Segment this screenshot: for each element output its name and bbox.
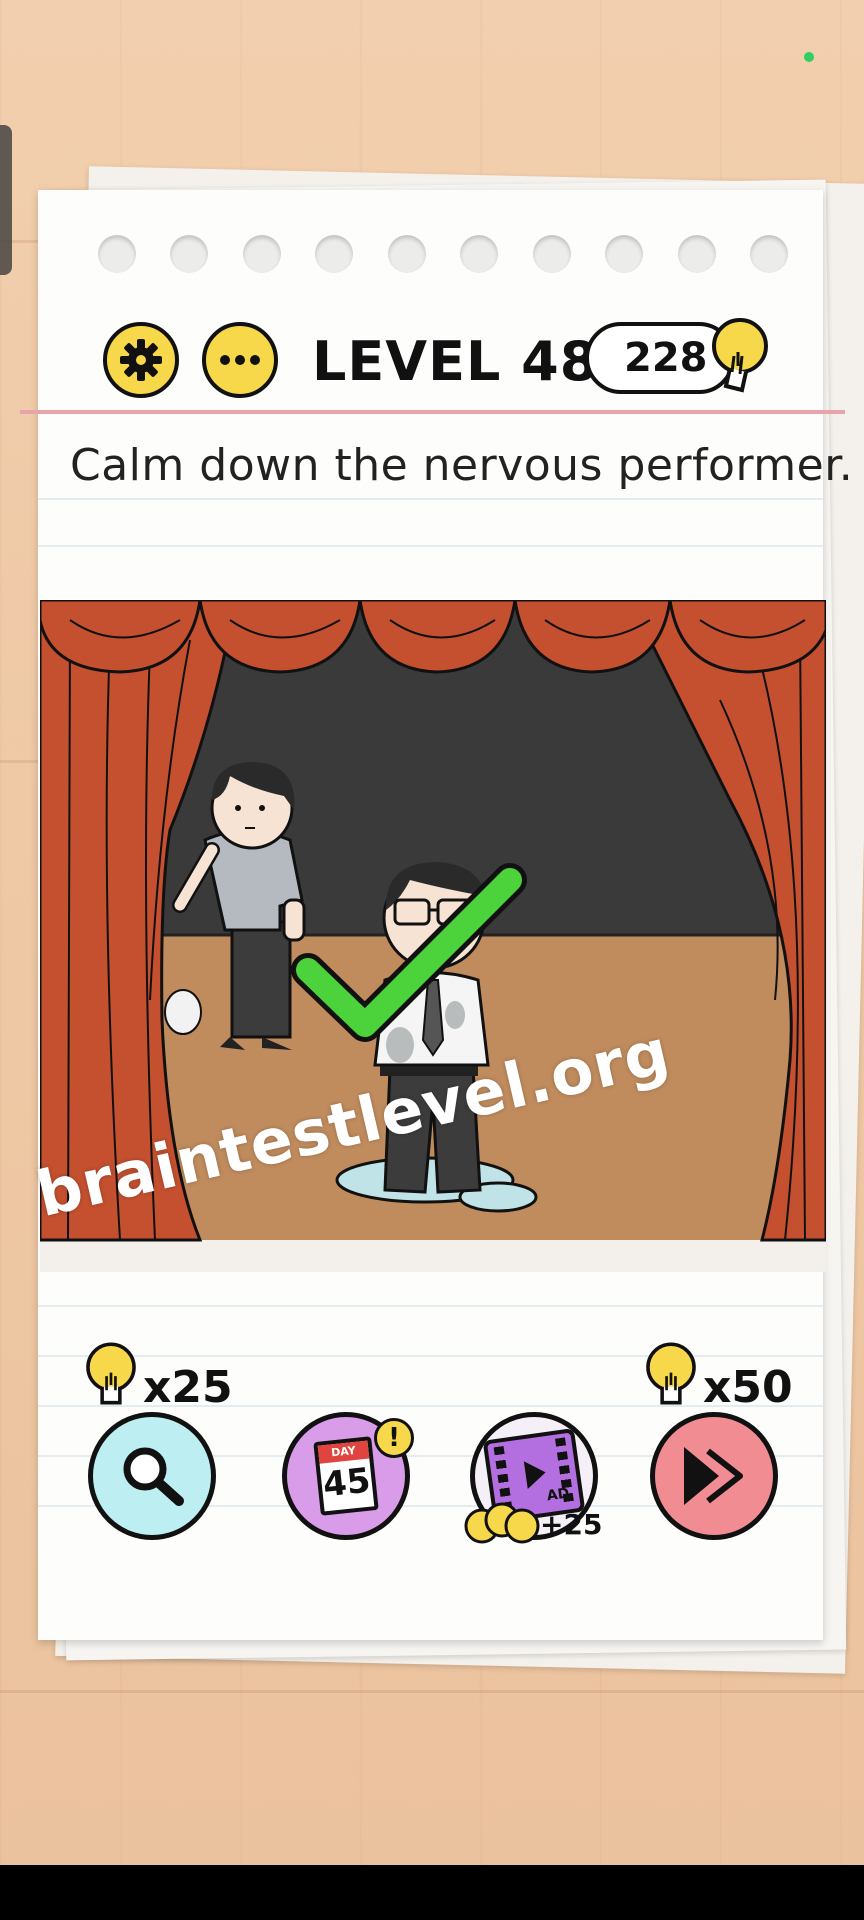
page-margin-line xyxy=(20,410,845,414)
binder-hole xyxy=(388,235,426,273)
settings-button[interactable] xyxy=(103,322,179,398)
binder-hole xyxy=(460,235,498,273)
lightbulb-icon xyxy=(712,318,768,393)
binder-hole xyxy=(750,235,788,273)
binder-hole xyxy=(98,235,136,273)
status-indicator-dot xyxy=(804,52,814,62)
more-options-button[interactable] xyxy=(202,322,278,398)
ruled-line xyxy=(38,1355,823,1357)
binder-hole xyxy=(678,235,716,273)
system-nav-bar xyxy=(0,1865,864,1920)
binder-hole xyxy=(243,235,281,273)
ad-label: AD xyxy=(545,1485,571,1505)
play-icon xyxy=(523,1458,548,1489)
daily-alert-badge: ! xyxy=(374,1418,414,1458)
binder-hole xyxy=(605,235,643,273)
skip-cost-label: x50 xyxy=(703,1362,793,1413)
level-instruction: Calm down the nervous performer. xyxy=(70,440,854,491)
more-dots-icon xyxy=(220,355,260,365)
calendar-icon: DAY 45 xyxy=(313,1436,379,1516)
bulbs-reward-icon xyxy=(464,1502,540,1544)
curtain-valance xyxy=(40,600,826,674)
wood-plank-line xyxy=(0,1690,864,1693)
skip-level-button[interactable] xyxy=(650,1412,778,1540)
skip-forward-icon xyxy=(684,1447,743,1505)
ad-reward-label: +25 xyxy=(540,1508,603,1541)
calendar-day-number: 45 xyxy=(321,1460,373,1506)
ruled-line xyxy=(38,498,823,500)
gear-icon xyxy=(120,339,162,381)
magnifier-icon xyxy=(123,1447,184,1506)
ruled-line xyxy=(38,545,823,547)
binder-hole xyxy=(533,235,571,273)
hint-cost-label: x25 xyxy=(143,1362,233,1413)
edge-handle[interactable] xyxy=(0,125,12,275)
hint-button[interactable] xyxy=(88,1412,216,1540)
ruled-line xyxy=(38,1305,823,1307)
skip-cost-bulb-icon xyxy=(646,1342,696,1405)
hint-count: 228 xyxy=(624,335,708,381)
binder-hole xyxy=(315,235,353,273)
binder-hole xyxy=(170,235,208,273)
hint-cost-bulb-icon xyxy=(86,1342,136,1405)
